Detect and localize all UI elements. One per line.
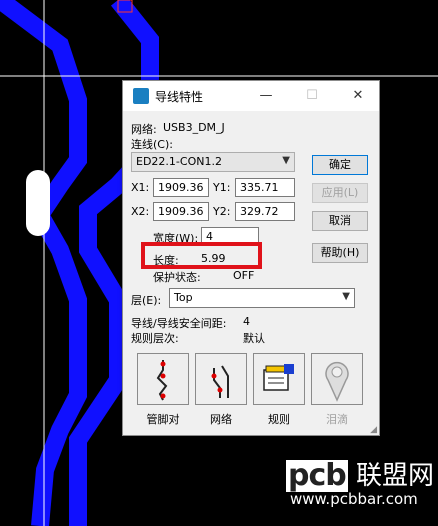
rule-level-label: 规则层次: xyxy=(131,332,179,345)
help-button[interactable]: 帮助(H) xyxy=(312,243,368,263)
x2-label: X2: xyxy=(131,205,150,218)
y1-label: Y1: xyxy=(213,181,231,194)
protect-label: 保护状态: xyxy=(153,271,201,284)
watermark-brand: pcb xyxy=(286,458,348,493)
watermark: pcb 联盟网 xyxy=(286,460,436,494)
net-value: USB3_DM_J xyxy=(163,121,225,134)
y2-field[interactable]: 329.72 xyxy=(235,202,295,221)
pcb-trace-left[interactable] xyxy=(0,0,87,526)
chevron-down-icon: ▼ xyxy=(282,155,290,166)
teardrop-icon xyxy=(325,361,349,402)
resize-grip-icon[interactable]: ◢ xyxy=(370,425,377,435)
rules-label: 规则 xyxy=(268,413,290,426)
teardrop-button xyxy=(311,353,363,405)
connection-select-value: ED22.1-CON1.2 xyxy=(136,155,222,168)
x1-field[interactable]: 1909.36 xyxy=(153,178,209,197)
close-button[interactable]: ✕ xyxy=(335,81,381,111)
rules-icon xyxy=(263,364,294,391)
watermark-cn: 联盟网 xyxy=(356,461,435,491)
clearance-label: 导线/导线安全间距: xyxy=(131,317,227,330)
title-bar[interactable]: 导线特性 — ☐ ✕ xyxy=(123,81,379,111)
rule-level-value: 默认 xyxy=(243,332,265,345)
pin-pair-button[interactable] xyxy=(137,353,189,405)
length-highlight-box xyxy=(141,242,262,269)
dialog-title: 导线特性 xyxy=(155,90,204,104)
y1-field[interactable]: 335.71 xyxy=(235,178,295,197)
net-button[interactable] xyxy=(195,353,247,405)
layer-select-value: Top xyxy=(174,291,193,304)
minimize-button[interactable]: — xyxy=(243,81,289,111)
chevron-down-icon: ▼ xyxy=(342,291,350,302)
pin-pair-label: 管脚对 xyxy=(146,413,180,426)
connection-select[interactable]: ED22.1-CON1.2 ▼ xyxy=(131,152,295,172)
connection-label: 连线(C): xyxy=(131,138,173,151)
x2-field[interactable]: 1909.36 xyxy=(153,202,209,221)
maximize-button: ☐ xyxy=(306,88,318,103)
protect-value: OFF xyxy=(233,269,255,282)
cancel-button[interactable]: 取消 xyxy=(312,211,368,231)
layer-label: 层(E): xyxy=(131,294,162,307)
rules-button[interactable] xyxy=(253,353,305,405)
teardrop-label: 泪滴 xyxy=(326,413,348,426)
net-button-label: 网络 xyxy=(210,413,232,426)
pin-pair-icon xyxy=(156,360,168,401)
app-icon xyxy=(133,88,149,104)
y2-label: Y2: xyxy=(213,205,231,218)
apply-button: 应用(L) xyxy=(312,183,368,203)
ok-button[interactable]: 确定 xyxy=(312,155,368,175)
clearance-value: 4 xyxy=(243,315,250,328)
layer-select[interactable]: Top ▼ xyxy=(169,288,355,308)
pcb-pad[interactable] xyxy=(26,170,50,236)
watermark-url: www.pcbbar.com xyxy=(290,490,418,508)
net-label: 网络: xyxy=(131,123,157,136)
x1-label: X1: xyxy=(131,181,150,194)
net-icon xyxy=(211,365,229,398)
